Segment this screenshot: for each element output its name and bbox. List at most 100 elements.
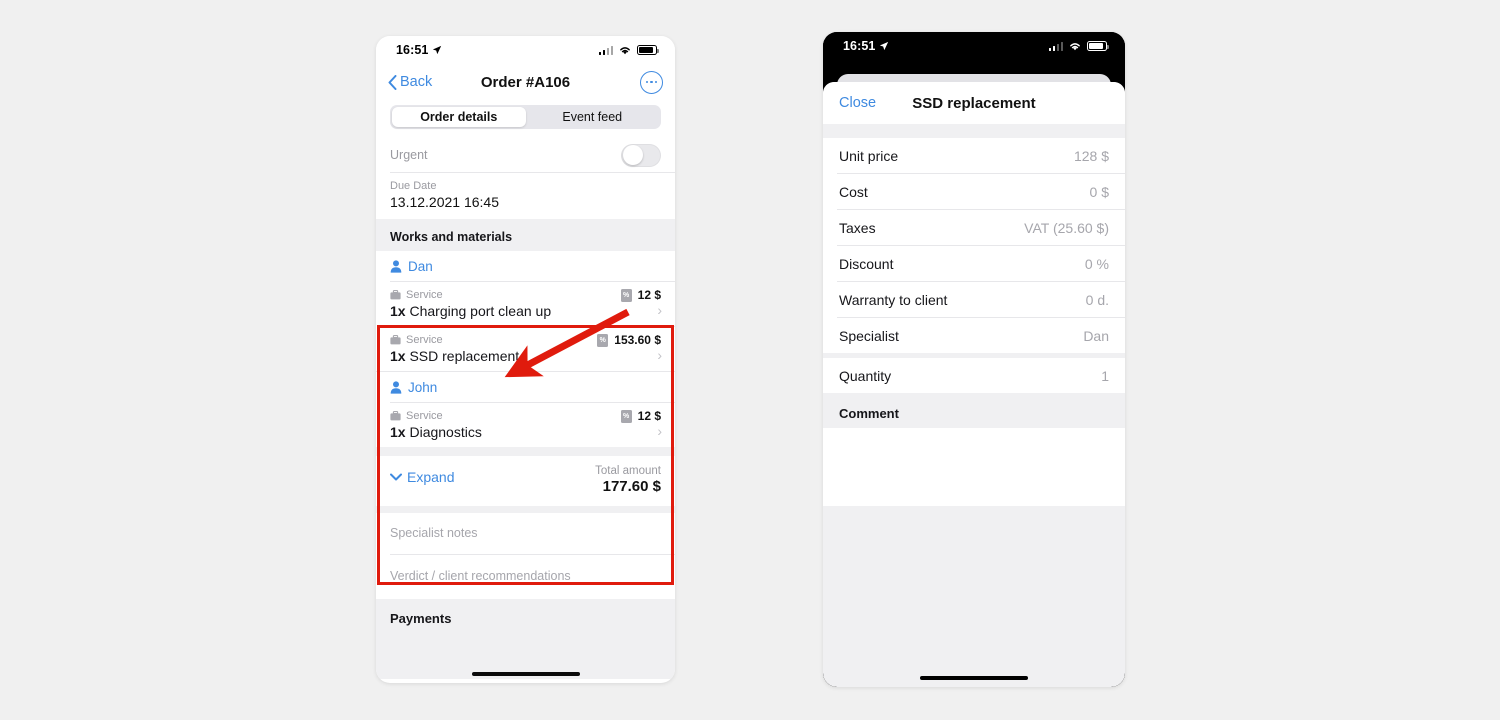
due-date-label: Due Date — [390, 180, 437, 192]
location-arrow-icon — [880, 41, 889, 51]
status-bar: 16:51 — [823, 32, 1125, 58]
expand-button[interactable]: Expand — [390, 465, 454, 485]
battery-icon — [637, 45, 659, 55]
wifi-icon — [620, 47, 630, 55]
order-details-scroll-body[interactable]: Urgent Due Date 13.12.2021 16:45 Works a… — [376, 138, 675, 679]
detail-row-taxes[interactable]: Taxes VAT (25.60 $) — [823, 210, 1125, 245]
status-bar-right — [1048, 41, 1109, 51]
payments-section-title: Payments — [376, 599, 675, 636]
total-amount-value: 177.60 $ — [602, 478, 661, 495]
chevron-right-icon: › — [657, 347, 662, 363]
chevron-down-icon — [390, 473, 402, 481]
tax-badge-icon: % — [597, 333, 609, 347]
detail-row-discount[interactable]: Discount 0 % — [823, 246, 1125, 281]
status-bar-time: 16:51 — [396, 43, 429, 57]
cellular-signal-icon — [598, 45, 613, 55]
service-kind-label: Service — [406, 289, 443, 301]
detail-key: Discount — [839, 255, 894, 272]
chevron-left-icon — [388, 74, 397, 90]
status-bar-time: 16:51 — [843, 39, 876, 53]
detail-value: 0 d. — [1085, 291, 1109, 308]
back-button[interactable]: Back — [388, 74, 432, 90]
service-name-label: Diagnostics — [409, 424, 482, 440]
service-row-top: Service % 12 $ — [390, 288, 661, 302]
urgent-card: Urgent Due Date 13.12.2021 16:45 — [376, 138, 675, 219]
service-quantity: 1x — [390, 348, 406, 364]
detail-value: 128 $ — [1073, 147, 1109, 164]
home-indicator — [920, 675, 1028, 680]
service-kind: Service — [390, 410, 443, 422]
detail-key: Warranty to client — [839, 291, 948, 308]
tax-badge-icon: % — [620, 288, 632, 302]
comment-input[interactable] — [823, 428, 1125, 506]
detail-value: 0 % — [1084, 255, 1109, 272]
tab-segmented-control: Order details Event feed — [390, 105, 661, 129]
totals-row: Expand Total amount 177.60 $ — [376, 456, 675, 506]
ssd-replacement-modal: Close SSD replacement Unit price 128 $ C… — [823, 82, 1125, 687]
person-row-dan[interactable]: Dan — [376, 251, 675, 281]
due-date-value: 13.12.2021 16:45 — [390, 194, 499, 210]
detail-value: VAT (25.60 $) — [1024, 219, 1109, 236]
tab-order-details[interactable]: Order details — [392, 107, 526, 127]
specialist-notes-input[interactable]: Specialist notes — [376, 513, 675, 554]
urgent-toggle[interactable] — [621, 143, 661, 167]
briefcase-icon — [390, 411, 401, 421]
service-name: 1x Charging port clean up — [390, 303, 661, 319]
detail-row-specialist[interactable]: Specialist Dan — [823, 318, 1125, 353]
works-section-title: Works and materials — [376, 219, 675, 251]
tab-segmented-control-wrap: Order details Event feed — [376, 102, 675, 138]
due-date-row[interactable]: Due Date 13.12.2021 16:45 — [376, 173, 675, 219]
tab-event-feed[interactable]: Event feed — [526, 107, 660, 127]
notes-card: Specialist notes Verdict / client recomm… — [376, 513, 675, 599]
service-name-label: SSD replacement — [409, 348, 520, 364]
location-arrow-icon — [433, 45, 442, 55]
service-price: % 153.60 $ — [597, 333, 661, 347]
person-row-john[interactable]: John — [376, 372, 675, 402]
service-row-top: Service % 153.60 $ — [390, 333, 661, 347]
service-name: 1x Diagnostics — [390, 424, 661, 440]
back-label: Back — [400, 74, 433, 90]
modal-quantity-card: Quantity 1 — [823, 358, 1125, 393]
service-kind: Service — [390, 289, 443, 301]
detail-row-cost[interactable]: Cost 0 $ — [823, 174, 1125, 209]
total-amount: Total amount 177.60 $ — [595, 465, 661, 495]
service-row-charging-port-clean-up[interactable]: Service % 12 $ 1x Charging port clean up… — [376, 282, 675, 326]
service-price-value: 153.60 $ — [614, 333, 661, 347]
wifi-icon — [1070, 43, 1080, 51]
close-button[interactable]: Close — [839, 95, 876, 111]
tax-badge-icon: % — [620, 409, 632, 423]
detail-key: Unit price — [839, 147, 899, 164]
expand-label: Expand — [407, 469, 455, 485]
spacer — [376, 506, 675, 513]
service-row-ssd-replacement[interactable]: Service % 153.60 $ 1x SSD replacement › — [376, 327, 675, 371]
detail-value: 1 — [1101, 367, 1109, 384]
status-bar-left: 16:51 — [396, 43, 442, 57]
toggle-knob — [622, 145, 643, 165]
more-options-icon[interactable] — [640, 70, 663, 94]
detail-key: Taxes — [839, 219, 876, 236]
spacer — [823, 124, 1125, 138]
modal-navigation-bar: Close SSD replacement — [823, 82, 1125, 124]
service-kind-label: Service — [406, 334, 443, 346]
works-group-john: John Service % 12 $ 1x Diagnostics › — [376, 371, 675, 447]
totals-card: Expand Total amount 177.60 $ — [376, 456, 675, 506]
home-indicator — [471, 671, 580, 676]
detail-row-quantity[interactable]: Quantity 1 — [823, 358, 1125, 393]
service-name-label: Charging port clean up — [409, 303, 552, 319]
service-quantity: 1x — [390, 424, 406, 440]
left-phone-screen: 16:51 Back Order #A106 Order details Eve… — [376, 36, 675, 683]
status-bar-left: 16:51 — [843, 39, 889, 53]
urgent-label: Urgent — [390, 148, 428, 162]
person-icon — [390, 259, 402, 273]
status-bar-right — [598, 45, 659, 55]
detail-row-warranty-to-client[interactable]: Warranty to client 0 d. — [823, 282, 1125, 317]
service-row-diagnostics[interactable]: Service % 12 $ 1x Diagnostics › — [376, 403, 675, 447]
detail-row-unit-price[interactable]: Unit price 128 $ — [823, 138, 1125, 173]
status-bar: 16:51 — [376, 36, 675, 62]
person-name: Dan — [408, 258, 433, 274]
detail-value: 0 $ — [1089, 183, 1109, 200]
chevron-right-icon: › — [657, 302, 662, 318]
comment-section-title: Comment — [823, 393, 1125, 428]
person-icon — [390, 380, 402, 394]
verdict-input[interactable]: Verdict / client recommendations — [376, 555, 675, 599]
